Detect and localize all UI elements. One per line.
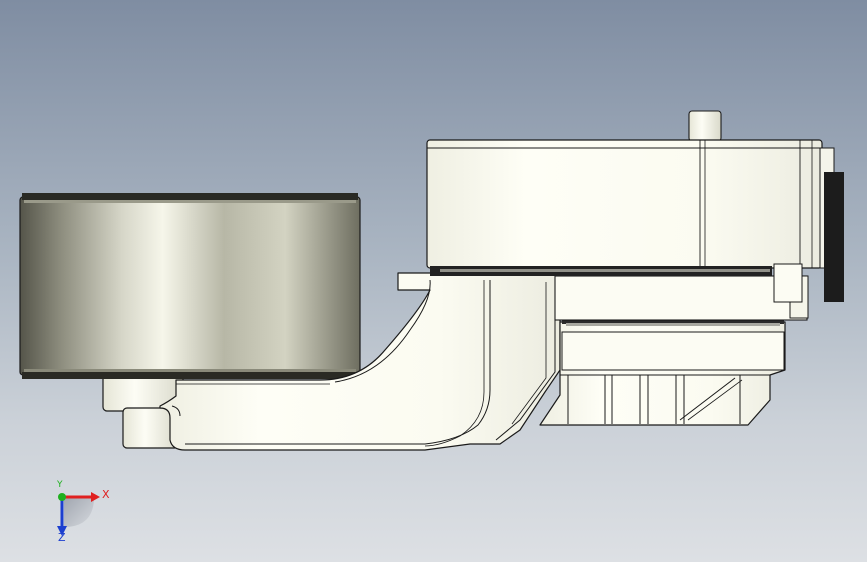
triad-y-axis (58, 493, 66, 501)
housing-stud (688, 110, 722, 142)
base-top-plate (561, 331, 785, 371)
triad-y-label: Y (57, 480, 63, 490)
middle-disk[interactable] (554, 275, 809, 321)
triad-x-label: X (102, 488, 110, 501)
pulley-bottom-rim (22, 372, 358, 379)
model-canvas[interactable] (0, 0, 867, 562)
graphics-viewport[interactable]: X Y Z (0, 0, 867, 562)
housing-body (426, 139, 823, 269)
triad-x-arrowhead (91, 492, 100, 502)
pulley-drum (19, 196, 361, 376)
base-bracket[interactable] (539, 318, 786, 426)
housing-dark-pad (824, 172, 844, 302)
triad-z-label: Z (58, 531, 66, 544)
disk-plate (554, 275, 808, 321)
spring-housing[interactable] (426, 110, 844, 303)
triad-corner-shade (64, 497, 94, 527)
housing-tab (773, 263, 803, 303)
orientation-triad (57, 492, 100, 536)
pulley-top-rim (22, 193, 358, 200)
